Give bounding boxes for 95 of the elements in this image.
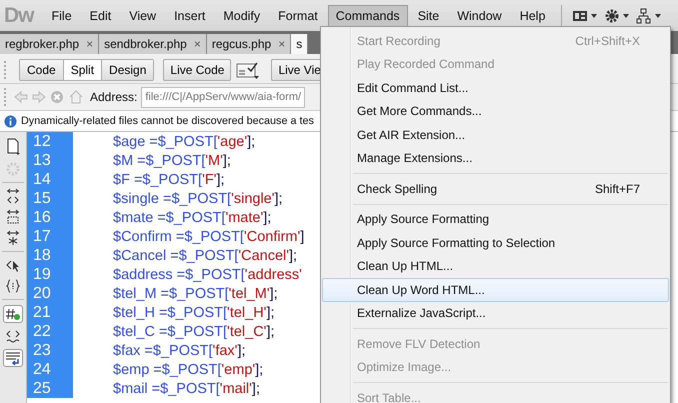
option-label: Remove FLV Detection bbox=[357, 336, 480, 351]
menu-option[interactable]: Get More Commands... bbox=[322, 100, 669, 123]
line-number: 16 bbox=[27, 208, 73, 227]
menu-item[interactable]: Commands bbox=[328, 4, 408, 26]
document-icon[interactable] bbox=[5, 138, 21, 156]
expand-all-icon[interactable] bbox=[5, 230, 21, 246]
tab-label[interactable]: sendbroker.php bbox=[104, 37, 187, 51]
site-map-icon[interactable] bbox=[636, 8, 662, 24]
menu-item[interactable]: Site bbox=[410, 4, 448, 26]
option-label: Externalize JavaScript... bbox=[357, 306, 486, 320]
code-line: $address =$_POST['address' bbox=[113, 266, 302, 282]
code-line: $tel_C =$_POST['tel_C']; bbox=[113, 324, 274, 340]
menu-item[interactable]: Insert bbox=[166, 4, 214, 26]
layout-icon[interactable] bbox=[572, 8, 598, 22]
menu-option[interactable]: Manage Extensions... bbox=[322, 146, 669, 170]
view-button[interactable]: Split bbox=[64, 60, 102, 80]
option-label: Check Spelling bbox=[357, 182, 438, 196]
option-label: Edit Command List... bbox=[357, 80, 468, 95]
code-line: $fax =$_POST['fax']; bbox=[113, 342, 246, 358]
app-logo: Dw bbox=[4, 4, 34, 28]
line-number: 20 bbox=[27, 284, 73, 303]
live-code-button[interactable]: Live Code bbox=[163, 59, 232, 81]
menu-option[interactable]: Apply Source Formatting to Selection bbox=[322, 231, 669, 254]
line-number: 22 bbox=[27, 322, 73, 341]
menu-option[interactable]: Check Spelling Shift+F7 bbox=[322, 177, 669, 200]
document-tab[interactable]: s bbox=[291, 34, 308, 54]
option-label: Get AIR Extension... bbox=[357, 128, 466, 142]
menu-option[interactable]: Get AIR Extension... bbox=[322, 123, 669, 146]
menu-item[interactable]: Window bbox=[449, 4, 510, 26]
shortcut-text: Shift+F7 bbox=[594, 182, 640, 196]
highlight-invalid-icon[interactable] bbox=[5, 328, 21, 344]
tab-label[interactable]: regbroker.php bbox=[5, 37, 80, 51]
menu-item[interactable]: File bbox=[44, 4, 80, 26]
tab-label[interactable]: regcus.php bbox=[212, 37, 272, 51]
option-label: Play Recorded Command bbox=[357, 57, 494, 72]
code-line: $mate =$_POST['mate']; bbox=[113, 210, 272, 226]
code-line: $M =$_POST['M']; bbox=[113, 152, 231, 168]
view-button[interactable]: Design bbox=[102, 60, 154, 80]
line-number: 19 bbox=[27, 265, 73, 284]
code-line: $age =$_POST['age']; bbox=[113, 134, 256, 150]
line-number: 25 bbox=[27, 379, 73, 398]
close-tab-button[interactable]: × bbox=[194, 37, 201, 51]
line-number: 18 bbox=[27, 246, 73, 265]
line-numbers-icon[interactable] bbox=[3, 305, 23, 323]
collapse-tag-icon[interactable] bbox=[5, 188, 21, 204]
settings-icon[interactable] bbox=[604, 8, 630, 24]
code-line: $mail =$_POST['mail']; bbox=[113, 380, 260, 396]
menu-item[interactable]: Format bbox=[270, 4, 326, 26]
menu-option[interactable]: Externalize JavaScript... bbox=[322, 302, 669, 325]
code-line: $Cancel =$_POST['Cancel']; bbox=[113, 248, 298, 264]
tab-label[interactable]: s bbox=[296, 37, 302, 51]
line-number: 21 bbox=[27, 303, 73, 322]
option-label: Apply Source Formatting bbox=[357, 212, 490, 226]
line-number: 14 bbox=[27, 170, 73, 189]
close-tab-button[interactable]: × bbox=[278, 37, 286, 51]
option-label: Get More Commands... bbox=[357, 104, 482, 118]
collapse-selection-icon[interactable] bbox=[5, 209, 21, 225]
line-number: 13 bbox=[27, 151, 73, 170]
menu-option[interactable]: Clean Up HTML... bbox=[322, 254, 669, 278]
option-label: Start Recording bbox=[357, 34, 440, 48]
address-field[interactable]: file:///C|/AppServ/www/aia-form/ bbox=[141, 86, 306, 108]
code-line: $Confirm =$_POST['Confirm'] bbox=[113, 228, 304, 244]
option-label: Apply Source Formatting to Selection bbox=[357, 236, 556, 250]
balance-braces-icon[interactable] bbox=[5, 278, 21, 294]
line-number: 12 bbox=[27, 132, 73, 151]
close-tab-button[interactable]: × bbox=[86, 37, 94, 51]
code-line: $single =$_POST['single']; bbox=[113, 190, 283, 206]
line-number: 17 bbox=[27, 227, 73, 246]
option-label: Optimize Image... bbox=[357, 360, 452, 374]
line-number: 23 bbox=[27, 341, 73, 360]
code-line: $F =$_POST['F']; bbox=[113, 172, 225, 188]
info-message: Dynamically-related files cannot be discovered because a tes bbox=[21, 115, 314, 127]
option-label: Manage Extensions... bbox=[357, 151, 472, 166]
option-label: Clean Up Word HTML... bbox=[357, 282, 485, 297]
address-label: Address: bbox=[90, 90, 138, 104]
code-line: $tel_M =$_POST['tel_M']; bbox=[113, 286, 278, 302]
menu-option[interactable]: Clean Up Word HTML... bbox=[322, 278, 669, 302]
option-label: Clean Up HTML... bbox=[357, 259, 454, 274]
document-tab[interactable]: regcus.php × bbox=[206, 34, 292, 54]
shortcut-text: Ctrl+Shift+X bbox=[575, 34, 640, 48]
menu-item[interactable]: View bbox=[121, 4, 164, 26]
menu-item[interactable]: Edit bbox=[82, 4, 120, 26]
line-number: 15 bbox=[27, 189, 73, 208]
word-wrap-icon[interactable] bbox=[3, 349, 23, 367]
line-number: 24 bbox=[27, 360, 73, 379]
view-button[interactable]: Code bbox=[20, 60, 64, 80]
menu-item[interactable]: Modify bbox=[215, 4, 268, 26]
menu-option[interactable]: Apply Source Formatting bbox=[322, 208, 669, 231]
document-tab[interactable]: sendbroker.php × bbox=[99, 34, 207, 54]
code-line: $emp =$_POST['emp']; bbox=[113, 362, 264, 378]
code-line: $tel_H =$_POST['tel_H']; bbox=[113, 304, 274, 320]
menu-item[interactable]: Help bbox=[512, 4, 554, 26]
info-icon bbox=[4, 114, 17, 128]
document-tab[interactable]: regbroker.php × bbox=[0, 34, 100, 54]
option-label: Sort Table... bbox=[357, 390, 421, 403]
